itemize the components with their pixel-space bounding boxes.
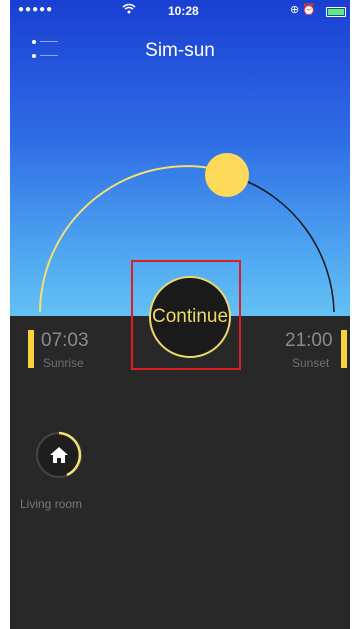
room-living-room-button[interactable] [35,431,83,479]
home-icon [36,431,82,478]
sunset-label: Sunset [292,356,330,370]
app-screen: ●●●●● 10:28 ⊕ ⏰ Sim-sun 07:03 Sunrise 21… [10,0,350,629]
sunset-marker [341,330,347,368]
room-living-room-label: Living room [20,497,83,511]
highlight-box [131,260,241,370]
sunrise-marker [28,330,34,368]
sunset-time: 21:00 [285,330,333,351]
sun-icon[interactable] [205,153,249,197]
sunrise-label: Sunrise [43,356,84,370]
sunrise-time: 07:03 [41,330,89,351]
